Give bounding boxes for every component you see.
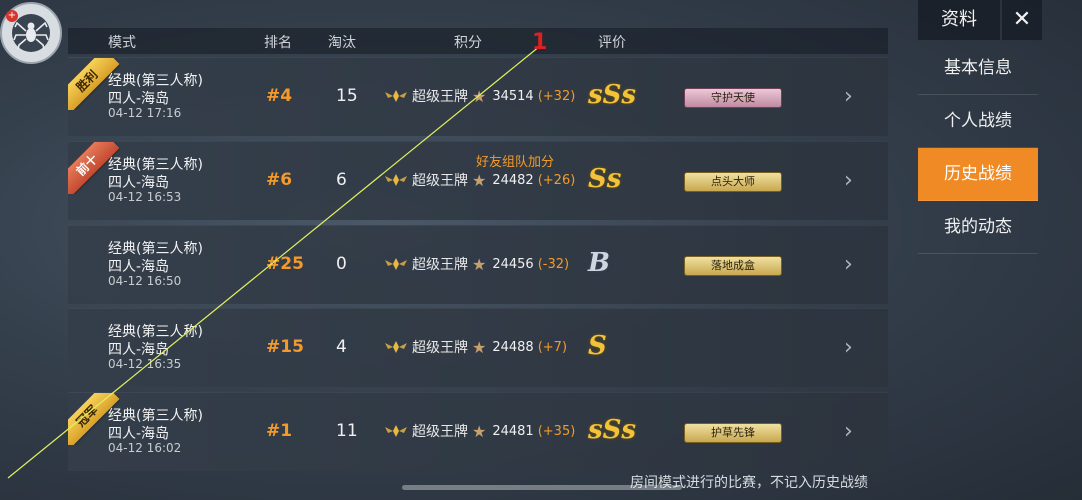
tier-group: 超级王牌 ★ 24481 (+35)	[384, 421, 575, 441]
annotation-mark: 1	[532, 30, 548, 55]
close-button[interactable]: ✕	[1002, 0, 1042, 40]
table-row[interactable]: 经典(第三人称) 四人-海岛 04-12 16:35 #15 4 超级王牌 ★ 2448…	[68, 308, 888, 387]
title-badge: 护草先锋	[684, 423, 782, 443]
tier-label: 超级王牌	[412, 89, 468, 105]
star-icon: ★	[472, 170, 487, 190]
score-delta: (+32)	[537, 88, 576, 104]
tier-label: 超级王牌	[412, 257, 468, 273]
score-delta: (+35)	[537, 423, 576, 439]
rank-value: #6	[266, 170, 293, 190]
map-label: 四人-海岛	[108, 175, 170, 191]
score-value: 34514	[492, 88, 534, 104]
ace-wings-icon	[385, 174, 407, 186]
tier-label: 超级王牌	[412, 173, 468, 189]
tier-label: 超级王牌	[412, 340, 468, 356]
avatar[interactable]: +	[0, 2, 62, 64]
map-label: 四人-海岛	[108, 426, 170, 442]
score-value: 24482	[492, 172, 534, 188]
sidebar-item-basic-info[interactable]: 基本信息	[918, 42, 1038, 95]
bonus-label: 好友组队加分	[476, 155, 555, 170]
chevron-right-icon[interactable]: ›	[844, 168, 853, 193]
rank-value: #4	[266, 86, 293, 106]
tier-group: 超级王牌 ★ 24482 (+26)	[384, 170, 575, 190]
close-icon: ✕	[1012, 7, 1032, 32]
rank-value: #1	[266, 421, 293, 441]
rank-value: #25	[266, 254, 304, 274]
table-row[interactable]: 冠军 经典(第三人称) 四人-海岛 04-12 16:02 #1 11 超级王牌 ★ 24…	[68, 392, 888, 471]
map-label: 四人-海岛	[108, 259, 170, 275]
scrollbar[interactable]	[402, 485, 682, 490]
score-value: 24481	[492, 423, 534, 439]
score-value: 24488	[492, 339, 534, 355]
score-delta: (+26)	[537, 172, 576, 188]
ace-wings-icon	[385, 90, 407, 102]
ace-wings-icon	[385, 258, 407, 270]
sidebar: 资料 ✕ 基本信息 个人战绩 历史战绩 我的动态	[918, 0, 1042, 500]
star-icon: ★	[472, 337, 487, 357]
tier-label: 超级王牌	[412, 424, 468, 440]
score-value: 24456	[492, 256, 534, 272]
star-icon: ★	[472, 254, 487, 274]
score-delta: (+7)	[537, 339, 568, 355]
kills-value: 4	[336, 337, 347, 357]
map-label: 四人-海岛	[108, 342, 170, 358]
header-score: 积分	[454, 35, 482, 51]
score-delta: (-32)	[537, 256, 570, 272]
kills-value: 15	[336, 86, 358, 106]
mode-label: 经典(第三人称)	[108, 408, 203, 424]
sidebar-item-personal-record[interactable]: 个人战绩	[918, 95, 1038, 148]
mode-label: 经典(第三人称)	[108, 324, 203, 340]
tier-group: 超级王牌 ★ 24488 (+7)	[384, 337, 567, 357]
grade-value: sSs	[588, 80, 637, 110]
mode-label: 经典(第三人称)	[108, 73, 203, 89]
grade-value: S	[588, 331, 607, 361]
table-row[interactable]: 前十 经典(第三人称) 四人-海岛 04-12 16:53 #6 6 好友组队加分 超级王牌…	[68, 141, 888, 220]
title-badge: 守护天使	[684, 88, 782, 108]
ace-wings-icon	[385, 341, 407, 353]
kills-value: 0	[336, 254, 347, 274]
table-row[interactable]: 经典(第三人称) 四人-海岛 04-12 16:50 #25 0 超级王牌 ★ 2445…	[68, 225, 888, 304]
header-mode: 模式	[108, 35, 136, 51]
grade-value: Ss	[588, 164, 622, 194]
star-icon: ★	[472, 421, 487, 441]
notification-dot: +	[6, 10, 18, 22]
rank-value: #15	[266, 337, 304, 357]
match-date: 04-12 16:50	[108, 274, 182, 288]
map-label: 四人-海岛	[108, 91, 170, 107]
grade-value: B	[588, 248, 610, 278]
match-date: 04-12 16:02	[108, 441, 182, 455]
chevron-right-icon[interactable]: ›	[844, 84, 853, 109]
chevron-right-icon[interactable]: ›	[844, 419, 853, 444]
star-icon: ★	[472, 86, 487, 106]
tier-group: 超级王牌 ★ 24456 (-32)	[384, 254, 569, 274]
title-badge: 落地成盒	[684, 256, 782, 276]
match-date: 04-12 16:35	[108, 357, 182, 371]
grade-value: sSs	[588, 415, 637, 445]
match-date: 04-12 16:53	[108, 190, 182, 204]
table-header: 模式 排名 淘汰 积分 评价	[68, 28, 888, 54]
sidebar-item-my-activity[interactable]: 我的动态	[918, 201, 1038, 254]
tier-group: 超级王牌 ★ 34514 (+32)	[384, 86, 575, 106]
chevron-right-icon[interactable]: ›	[844, 252, 853, 277]
table-row[interactable]: 胜利 经典(第三人称) 四人-海岛 04-12 17:16 #4 15 超级王牌 ★ 34…	[68, 57, 888, 136]
chevron-right-icon[interactable]: ›	[844, 335, 853, 360]
kills-value: 11	[336, 421, 358, 441]
title-badge: 点头大师	[684, 172, 782, 192]
ace-wings-icon	[385, 425, 407, 437]
header-kills: 淘汰	[328, 35, 356, 51]
mode-label: 经典(第三人称)	[108, 157, 203, 173]
header-rank: 排名	[264, 35, 292, 51]
kills-value: 6	[336, 170, 347, 190]
sidebar-title: 资料	[918, 0, 1000, 40]
match-date: 04-12 17:16	[108, 106, 182, 120]
sidebar-item-history-record[interactable]: 历史战绩	[918, 148, 1038, 201]
header-rating: 评价	[598, 35, 626, 51]
mode-label: 经典(第三人称)	[108, 241, 203, 257]
